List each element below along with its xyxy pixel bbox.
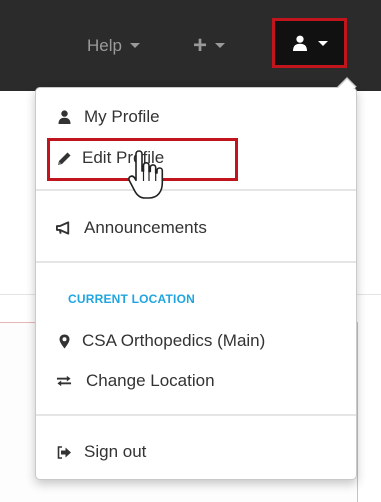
- caret-down-icon: [215, 43, 226, 48]
- top-navbar: Help +: [0, 0, 381, 91]
- my-profile-label: My Profile: [84, 107, 160, 126]
- caret-down-icon: [129, 43, 140, 48]
- map-marker-icon: [56, 333, 72, 349]
- change-location-item[interactable]: Change Location: [56, 368, 346, 394]
- menu-divider: [36, 414, 356, 416]
- current-location-header: CURRENT LOCATION: [68, 292, 195, 306]
- sign-out-item[interactable]: Sign out: [56, 439, 346, 465]
- my-profile-item[interactable]: My Profile: [56, 104, 346, 130]
- help-label: Help: [87, 35, 122, 55]
- menu-divider: [36, 189, 356, 191]
- plus-icon: +: [193, 31, 208, 59]
- user-menu-button[interactable]: [272, 18, 347, 68]
- location-item[interactable]: CSA Orthopedics (Main): [56, 328, 351, 354]
- caret-down-icon: [317, 40, 328, 46]
- sign-out-icon: [56, 444, 72, 460]
- announcements-item[interactable]: Announcements: [56, 215, 346, 241]
- menu-arrow: [338, 79, 356, 88]
- help-menu-button[interactable]: Help: [87, 0, 140, 91]
- menu-divider: [36, 261, 356, 263]
- add-menu-button[interactable]: +: [193, 0, 226, 91]
- user-dropdown-menu: My Profile Edit Profile Announcements CU…: [35, 77, 357, 480]
- edit-profile-label: Edit Profile: [82, 148, 165, 167]
- user-icon: [56, 109, 72, 125]
- edit-profile-item[interactable]: Edit Profile: [56, 143, 231, 173]
- bullhorn-icon: [56, 220, 72, 236]
- announcements-label: Announcements: [84, 218, 207, 237]
- change-location-label: Change Location: [86, 371, 215, 390]
- pencil-icon: [56, 150, 72, 166]
- sign-out-label: Sign out: [84, 442, 147, 461]
- location-name: CSA Orthopedics (Main): [82, 331, 266, 350]
- exchange-icon: [56, 373, 72, 389]
- user-icon: [292, 35, 307, 51]
